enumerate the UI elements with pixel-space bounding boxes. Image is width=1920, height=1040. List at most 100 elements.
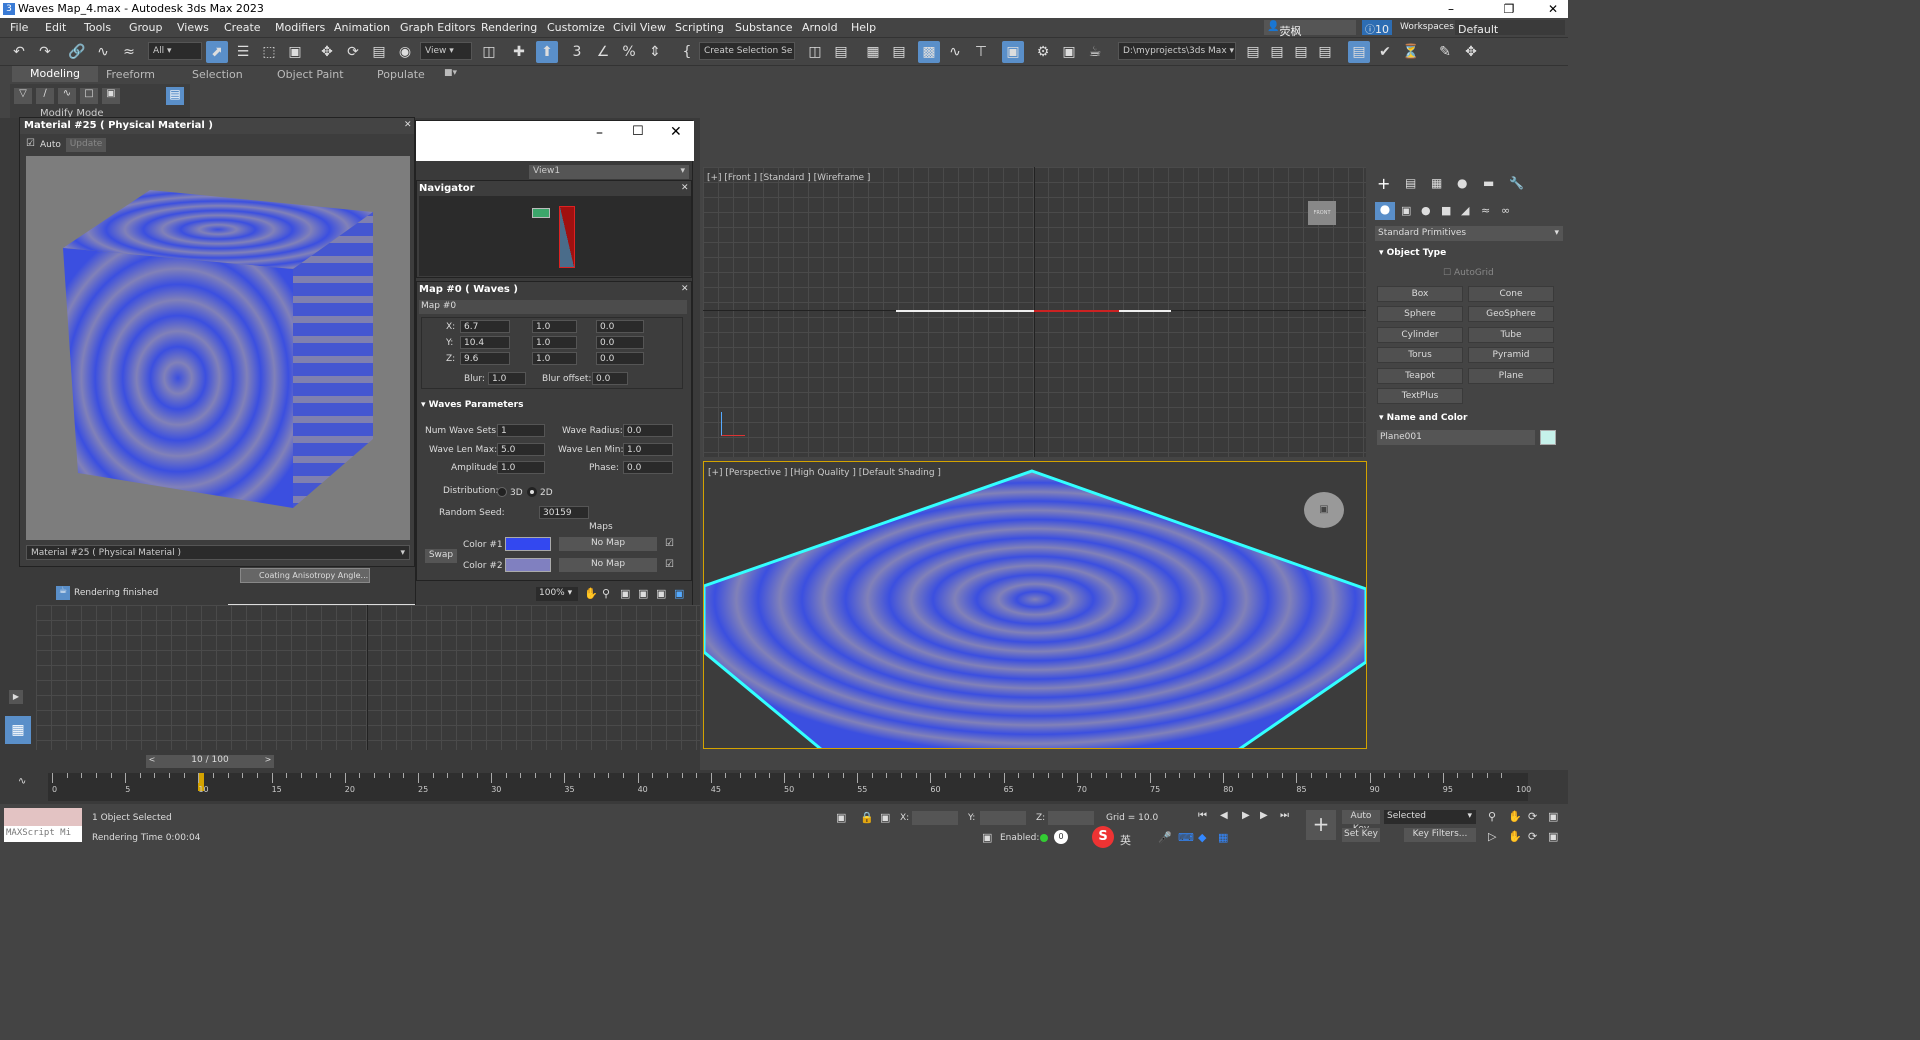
scene-explorer-icon[interactable]: ▦ — [862, 41, 884, 63]
color1-swatch[interactable] — [505, 537, 551, 551]
display-tab-icon[interactable]: ▬ — [1483, 176, 1494, 190]
menu-edit[interactable]: Edit — [45, 21, 66, 34]
snaps-toggle-icon[interactable]: 3 — [566, 41, 588, 63]
wave-radius-spinner[interactable]: 0.0 — [623, 424, 673, 437]
schematic-view-icon[interactable]: ⊤ — [970, 41, 992, 63]
geometry-category-icon[interactable]: ● — [1375, 202, 1395, 220]
front-viewport[interactable]: [+] [Front ] [Standard ] [Wireframe ] FR… — [703, 167, 1366, 457]
hierarchy-tab-icon[interactable]: ▦ — [1431, 176, 1442, 190]
rotate-icon[interactable]: ⟳ — [342, 41, 364, 63]
set-key-button[interactable]: Set Key — [1342, 828, 1380, 842]
lights-category-icon[interactable]: ● — [1421, 204, 1431, 217]
rect-selection-icon[interactable]: ⬚ — [258, 41, 280, 63]
maxscript-field[interactable]: MAXScript Mi — [4, 826, 82, 842]
waves-plane[interactable] — [704, 462, 1367, 749]
menu-animation[interactable]: Animation — [334, 21, 390, 34]
coating-node[interactable]: Coating Anisotropy Angle... — [240, 568, 370, 583]
walk-nav-icon[interactable]: ⟳ — [1528, 830, 1537, 843]
move-icon[interactable]: ✥ — [316, 41, 338, 63]
prev-key-icon[interactable]: ⏮ — [1198, 810, 1207, 821]
auto-key-button[interactable]: Auto Key — [1342, 810, 1380, 834]
menu-civil-view[interactable]: Civil View — [613, 21, 666, 34]
blur-spinner[interactable]: 1.0 — [488, 372, 526, 385]
selected-dropdown[interactable]: Selected ▾ — [1384, 810, 1476, 824]
skin-icon[interactable]: ◆ — [1198, 831, 1206, 844]
dist-3d-radio[interactable] — [497, 487, 507, 497]
menu-rendering[interactable]: Rendering — [481, 21, 537, 34]
spacewarps-category-icon[interactable]: ≈ — [1481, 204, 1490, 217]
textplus-button[interactable]: TextPlus — [1377, 388, 1463, 404]
left-viewport[interactable] — [36, 605, 700, 750]
expand-arrow-icon[interactable]: ▶ — [9, 690, 23, 704]
ref-coord-dropdown[interactable]: View ▾ — [420, 42, 472, 60]
teapot-button[interactable]: Teapot — [1377, 368, 1463, 384]
move-tool-icon[interactable]: ✥ — [1460, 41, 1482, 63]
create-tab-icon[interactable]: + — [1377, 174, 1390, 193]
redo-icon[interactable]: ↷ — [34, 41, 56, 63]
tab-freeform[interactable]: Freeform — [106, 68, 155, 81]
material-dropdown[interactable]: Material #25 ( Physical Material ) ▾ — [26, 545, 410, 560]
unlink-icon[interactable]: ∿ — [92, 41, 114, 63]
utilities-tab-icon[interactable]: 🔧 — [1509, 176, 1524, 190]
cone-button[interactable]: Cone — [1468, 286, 1554, 302]
update-button[interactable]: Update — [66, 138, 106, 152]
color2-map-checkbox[interactable]: ☑ — [665, 559, 674, 570]
phase-spinner[interactable]: 0.0 — [623, 461, 673, 474]
key-filters-button[interactable]: Key Filters... — [1404, 828, 1476, 842]
project-folder-icon[interactable]: ▤ — [1314, 41, 1336, 63]
wave-len-max-spinner[interactable]: 5.0 — [497, 443, 545, 456]
z-coord-field[interactable] — [1048, 811, 1094, 825]
mirror-icon[interactable]: ◫ — [804, 41, 826, 63]
map-name-field[interactable]: Map #0 — [419, 300, 687, 314]
set-key-big-button[interactable]: + — [1306, 810, 1336, 840]
material-editor-icon[interactable]: ▣ — [1002, 41, 1024, 63]
slate-close-button[interactable]: ✕ — [670, 124, 682, 140]
next-key-icon[interactable]: ⏭ — [1280, 810, 1289, 821]
time-tag-icon[interactable]: 0 — [1054, 830, 1068, 844]
menu-views[interactable]: Views — [177, 21, 209, 34]
align-icon[interactable]: ▤ — [830, 41, 852, 63]
name-color-title[interactable]: ▾ Name and Color — [1379, 413, 1467, 423]
view-dropdown[interactable]: View1 ▾ — [529, 165, 689, 179]
menu-customize[interactable]: Customize — [547, 21, 605, 34]
viewcube-perspective-icon[interactable]: ▣ — [1304, 492, 1344, 528]
zoom-icon[interactable]: ⚲ — [602, 587, 610, 600]
pivot-icon[interactable]: ◫ — [478, 41, 500, 63]
waves-parameters-title[interactable]: ▾ Waves Parameters — [421, 400, 523, 410]
ribbon-tool-4-icon[interactable]: □ — [80, 88, 98, 104]
maximize-viewport-icon[interactable]: ▣ — [1548, 810, 1558, 823]
tab-object-paint[interactable]: Object Paint — [277, 68, 344, 81]
geosphere-button[interactable]: GeoSphere — [1468, 306, 1554, 322]
isolate-icon[interactable]: ▣ — [836, 811, 846, 824]
blur-offset-spinner[interactable]: 0.0 — [592, 372, 628, 385]
workspace-dropdown[interactable]: Default — [1455, 20, 1565, 36]
min-max-toggle-icon[interactable]: ▣ — [1548, 830, 1558, 843]
minimize-button[interactable]: – — [1428, 0, 1474, 18]
menu-file[interactable]: File — [10, 21, 28, 34]
maxscript-listener[interactable] — [4, 808, 82, 826]
menu-group[interactable]: Group — [129, 21, 163, 34]
play-icon[interactable]: ▶ — [1242, 810, 1250, 821]
layer-explorer-icon[interactable]: ▤ — [888, 41, 910, 63]
cameras-category-icon[interactable]: ■ — [1441, 204, 1451, 217]
color1-map-button[interactable]: No Map — [559, 537, 657, 551]
offset-y-spinner[interactable]: 10.4 — [460, 336, 510, 349]
menu-arnold[interactable]: Arnold — [802, 21, 838, 34]
tiling-z-spinner[interactable]: 1.0 — [532, 352, 577, 365]
offset-z-spinner[interactable]: 9.6 — [460, 352, 510, 365]
tab-modeling[interactable]: Modeling — [12, 66, 99, 82]
menu-tools[interactable]: Tools — [84, 21, 111, 34]
check-icon[interactable]: ✔ — [1374, 41, 1396, 63]
ribbon-tool-3-icon[interactable]: ∿ — [58, 88, 76, 104]
select-by-name-icon[interactable]: ☰ — [232, 41, 254, 63]
select-manipulate-icon[interactable]: ✚ — [508, 41, 530, 63]
tab-populate[interactable]: Populate — [377, 68, 425, 81]
curve-editor-toggle-icon[interactable]: ∿ — [18, 776, 26, 787]
new-project-icon[interactable]: ▤ — [1266, 41, 1288, 63]
dist-2d-radio[interactable] — [527, 487, 537, 497]
time-slider[interactable]: 10 / 100 — [158, 755, 262, 768]
maximize-button[interactable]: ❐ — [1486, 0, 1532, 18]
lock-icon[interactable]: 🔒 — [860, 811, 874, 824]
hand-nav-icon[interactable]: ✋ — [1508, 830, 1522, 843]
keyboard-icon[interactable]: ⌨ — [1178, 831, 1194, 844]
